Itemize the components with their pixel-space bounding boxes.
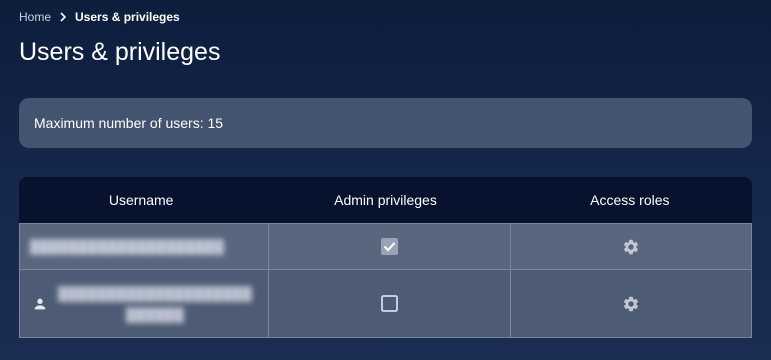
person-icon xyxy=(32,296,48,312)
users-table: Username Admin privileges Access roles █… xyxy=(19,177,752,338)
breadcrumb: Home Users & privileges xyxy=(19,10,180,24)
breadcrumb-current: Users & privileges xyxy=(75,10,180,24)
username-cell: ████████████████████ ██████ xyxy=(19,270,270,337)
admin-checkbox-checked[interactable] xyxy=(380,238,398,255)
username-redacted: ████████████████████ xyxy=(58,285,253,301)
username-redacted-block: ████████████████████ ██████ xyxy=(58,286,252,322)
column-header-access-roles: Access roles xyxy=(590,192,670,208)
breadcrumb-home-link[interactable]: Home xyxy=(19,10,51,24)
max-users-info-box: Maximum number of users: 15 xyxy=(19,98,752,148)
access-roles-cell xyxy=(511,224,752,269)
username-cell: ████████████████████ xyxy=(19,224,270,269)
table-row: ████████████████████ xyxy=(19,223,752,269)
admin-cell xyxy=(269,224,511,269)
chevron-right-icon xyxy=(59,12,67,22)
admin-checkbox-unchecked[interactable] xyxy=(381,295,398,312)
username-redacted: ████████████████████ xyxy=(30,239,225,254)
admin-cell xyxy=(269,270,511,337)
gear-icon[interactable] xyxy=(622,238,640,256)
page-title: Users & privileges xyxy=(19,38,221,66)
column-header-admin-privileges: Admin privileges xyxy=(334,192,437,208)
access-roles-cell xyxy=(511,270,752,337)
username-redacted-line2: ██████ xyxy=(125,306,185,322)
column-header-username: Username xyxy=(108,192,174,208)
max-users-text: Maximum number of users: 15 xyxy=(34,115,224,131)
table-header: Username Admin privileges Access roles xyxy=(19,177,752,223)
table-row: ████████████████████ ██████ xyxy=(19,269,752,338)
gear-icon[interactable] xyxy=(622,295,640,313)
